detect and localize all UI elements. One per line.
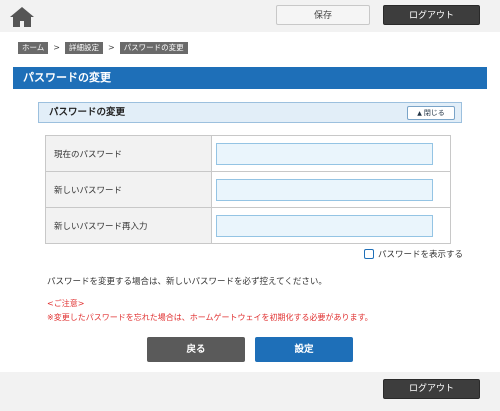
caution-block: <ご注意> ※変更したパスワードを忘れた場合は、ホームゲートウェイを初期化する必… — [47, 297, 373, 325]
collapse-label: 閉じる — [423, 109, 445, 117]
section-header: パスワードの変更 ▲ 閉じる — [38, 102, 462, 123]
set-button[interactable]: 設定 — [255, 337, 353, 362]
table-row: 新しいパスワード再入力 — [45, 207, 451, 244]
logout-button-bottom[interactable]: ログアウト — [383, 379, 480, 399]
logout-button-top[interactable]: ログアウト — [383, 5, 480, 25]
header-bar: 保存 ログアウト — [0, 0, 500, 32]
show-password-toggle[interactable]: パスワードを表示する — [364, 248, 463, 260]
page-title: パスワードの変更 — [13, 67, 487, 89]
password-note: パスワードを変更する場合は、新しいパスワードを必ず控えてください。 — [47, 277, 327, 287]
table-row: 現在のパスワード — [45, 135, 451, 172]
new-password-input[interactable] — [216, 178, 433, 201]
save-button[interactable]: 保存 — [276, 5, 370, 25]
show-password-label: パスワードを表示する — [378, 250, 464, 260]
new-password-label: 新しいパスワード — [45, 171, 212, 208]
show-password-checkbox[interactable] — [364, 249, 374, 259]
breadcrumb: ホーム > 詳細設定 > パスワードの変更 — [18, 41, 188, 54]
caution-heading: <ご注意> — [47, 299, 85, 308]
breadcrumb-current: パスワードの変更 — [119, 41, 188, 54]
breadcrumb-home[interactable]: ホーム — [18, 41, 49, 54]
breadcrumb-separator: > — [107, 43, 115, 52]
footer-bar: ログアウト — [0, 372, 500, 411]
collapse-button[interactable]: ▲ 閉じる — [407, 106, 455, 120]
main-content: ホーム > 詳細設定 > パスワードの変更 パスワードの変更 パスワードの変更 … — [0, 32, 500, 372]
chevron-up-icon: ▲ — [417, 110, 422, 117]
confirm-password-input[interactable] — [216, 214, 433, 237]
section-title: パスワードの変更 — [49, 107, 126, 118]
confirm-password-label: 新しいパスワード再入力 — [45, 207, 212, 244]
current-password-label: 現在のパスワード — [45, 135, 212, 172]
home-icon[interactable] — [9, 6, 35, 28]
breadcrumb-separator: > — [53, 43, 60, 52]
caution-text: ※変更したパスワードを忘れた場合は、ホームゲートウェイを初期化する必要があります… — [47, 313, 373, 322]
breadcrumb-advanced-settings[interactable]: 詳細設定 — [64, 41, 103, 54]
back-button[interactable]: 戻る — [147, 337, 245, 362]
table-row: 新しいパスワード — [45, 171, 451, 208]
password-form-table: 現在のパスワード 新しいパスワード 新しいパスワード再入力 — [45, 135, 451, 244]
current-password-input[interactable] — [216, 142, 433, 165]
